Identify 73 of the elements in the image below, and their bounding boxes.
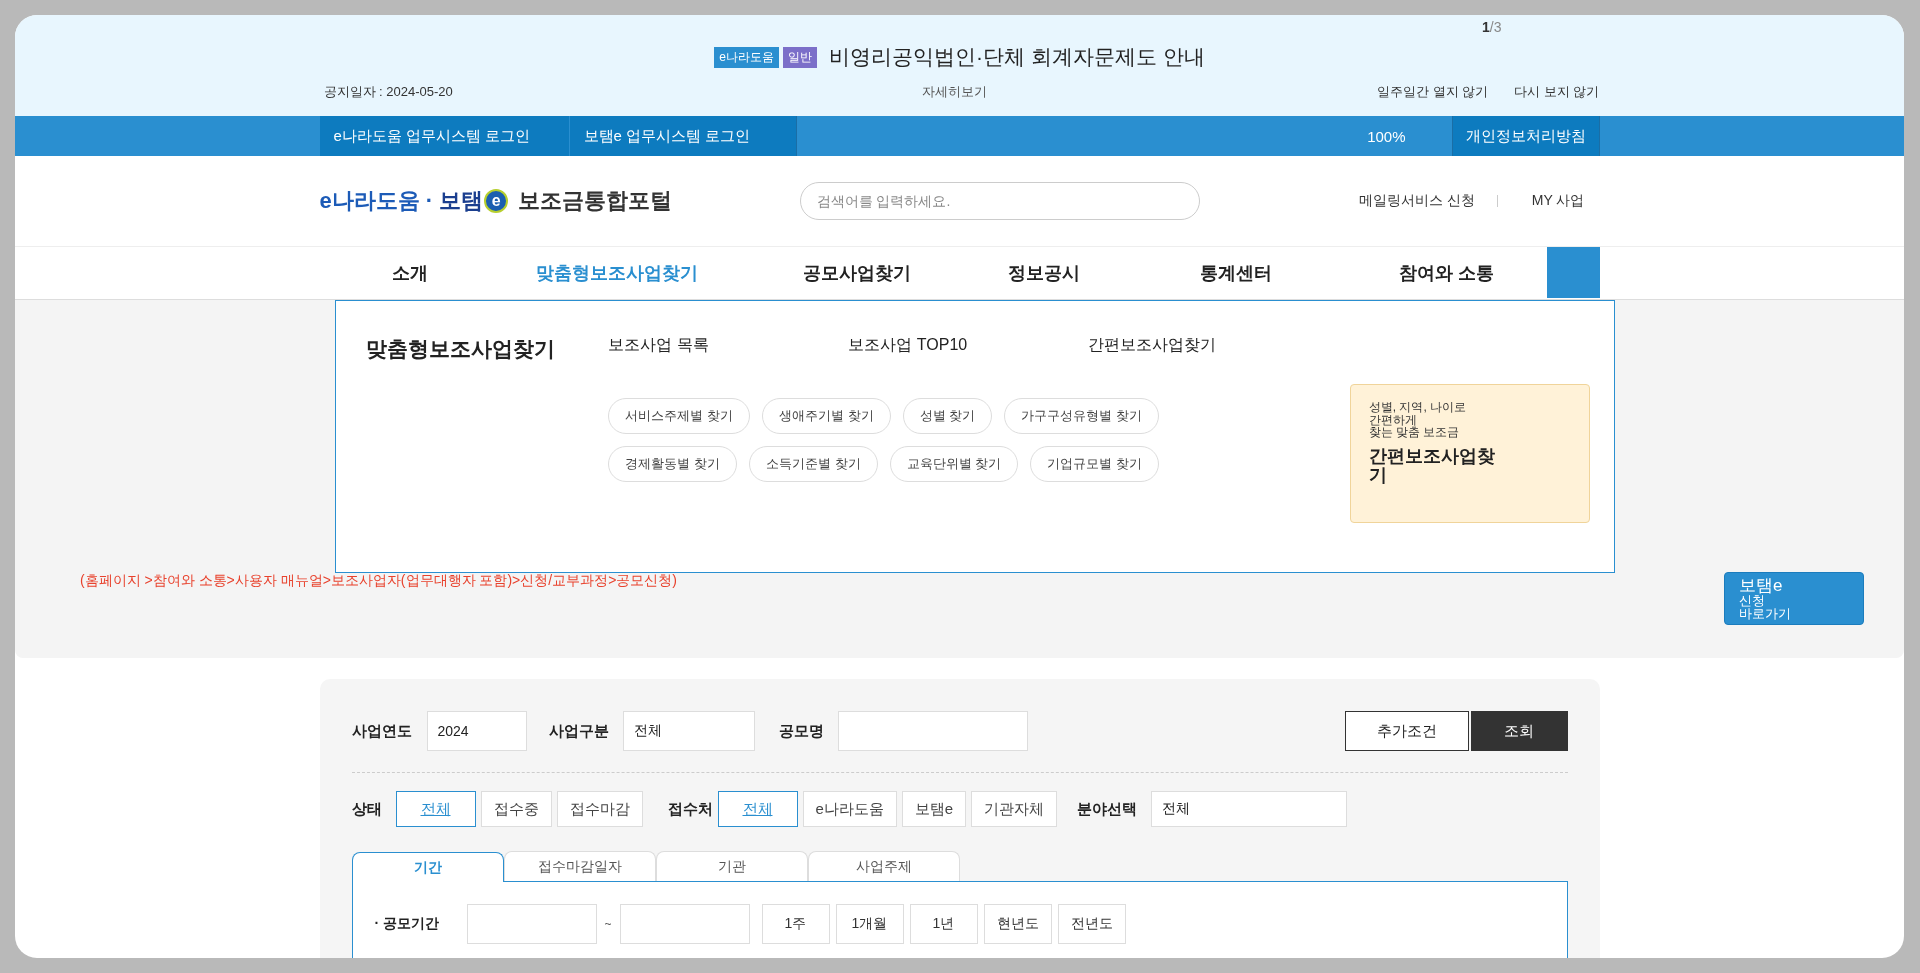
filter-chip[interactable]: 기업규모별 찾기: [1030, 446, 1159, 482]
field-label: 접수처: [667, 799, 713, 819]
period-button[interactable]: 1개월: [835, 904, 904, 944]
filter-chip[interactable]: 생애주기별 찾기: [762, 398, 891, 434]
filter-option[interactable]: 접수마감: [556, 791, 643, 827]
filter-option[interactable]: 전체: [717, 791, 798, 827]
period-button[interactable]: 1년: [909, 904, 978, 944]
nav-item[interactable]: 공모사업찾기: [734, 247, 980, 298]
select-field[interactable]: 전체: [1151, 791, 1348, 827]
filter-chip[interactable]: 경제활동별 찾기: [608, 446, 737, 482]
tab[interactable]: 기간: [351, 852, 504, 882]
filter-chip[interactable]: 소득기준별 찾기: [749, 446, 878, 482]
input-field[interactable]: 2024: [426, 711, 527, 751]
tab[interactable]: 접수마감일자: [503, 851, 656, 881]
menu-link[interactable]: 보조사업 목록: [608, 335, 849, 363]
category-tag: e나라도움: [714, 46, 779, 68]
header-link[interactable]: MY 사업: [1531, 192, 1585, 210]
privacy-link[interactable]: 개인정보처리방침: [1451, 116, 1600, 156]
dismiss-link[interactable]: 일주일간 열지 않기: [1377, 83, 1489, 101]
nav-item[interactable]: 참여와 소통: [1363, 247, 1530, 298]
tab[interactable]: 기관: [655, 851, 808, 881]
period-button[interactable]: 전년도: [1057, 904, 1126, 944]
filter-chip[interactable]: 성별 찾기: [902, 398, 993, 434]
zoom-level: 100%: [1367, 126, 1406, 147]
nav-item[interactable]: 통계센터: [1107, 247, 1364, 298]
page-total: /3: [1489, 19, 1502, 37]
field-label: 상태: [351, 799, 382, 819]
filter-option[interactable]: 접수중: [480, 791, 552, 827]
login-link[interactable]: e나라도움 업무시스템 로그인: [319, 116, 570, 156]
site-logo[interactable]: e나라도움 · 보탬 e 보조금통합포털: [319, 186, 800, 216]
page-number: 1: [1482, 19, 1490, 37]
login-link[interactable]: 보탬e 업무시스템 로그인: [569, 116, 797, 156]
date-field[interactable]: [466, 904, 597, 944]
detail-link[interactable]: 자세히보기: [922, 83, 988, 101]
nav-item[interactable]: 맞춤형보조사업찾기: [499, 247, 735, 298]
promo-text: 성별, 지역, 나이로 간편하게 찾는 맞춤 보조금: [1368, 401, 1468, 439]
nav-item[interactable]: 정보공시: [979, 247, 1108, 298]
nav-item[interactable]: 소개: [319, 247, 500, 298]
period-button[interactable]: 1주: [761, 904, 830, 944]
input-field[interactable]: [837, 711, 1028, 751]
field-label: · 공모기간: [374, 915, 441, 933]
notice-date: 공지일자 : 2024-05-20: [323, 83, 453, 101]
period-button[interactable]: 현년도: [983, 904, 1052, 944]
date-field[interactable]: [619, 904, 750, 944]
field-label: 사업연도: [351, 721, 412, 741]
menu-link[interactable]: 보조사업 TOP10: [848, 335, 1089, 363]
promo-card[interactable]: 성별, 지역, 나이로 간편하게 찾는 맞춤 보조금 간편보조사업찾기: [1349, 384, 1590, 523]
dismiss-link[interactable]: 다시 보지 않기: [1514, 83, 1600, 101]
filter-chip[interactable]: 교육단위별 찾기: [889, 446, 1019, 482]
more-conditions-button[interactable]: 추가조건: [1344, 711, 1469, 751]
menu-link[interactable]: 간편보조사업찾기: [1088, 335, 1329, 363]
input-field[interactable]: 전체: [622, 711, 755, 751]
notice-title: 비영리공익법인·단체 회계자문제도 안내: [829, 44, 1205, 70]
range-separator: ~: [604, 917, 612, 931]
filter-chip[interactable]: 서비스주제별 찾기: [608, 398, 750, 434]
field-label: 공모명: [778, 721, 824, 741]
filter-option[interactable]: 전체: [395, 791, 476, 827]
shortcut-button[interactable]: 보탬e 신청 바로가기: [1724, 572, 1864, 625]
category-tag: 일반: [783, 46, 817, 68]
tab[interactable]: 사업주제: [807, 851, 960, 881]
search-field[interactable]: 검색어를 입력하세요.: [799, 182, 1200, 220]
header-link[interactable]: 메일링서비스 신청: [1358, 192, 1475, 210]
filter-option[interactable]: 보탬e: [901, 791, 967, 827]
filter-option[interactable]: e나라도움: [802, 791, 897, 827]
field-label: 사업구분: [548, 721, 609, 741]
filter-chip[interactable]: 가구구성유형별 찾기: [1004, 398, 1159, 434]
menu-title: 맞춤형보조사업찾기: [366, 337, 555, 360]
menu-button[interactable]: [1546, 247, 1600, 298]
search-button[interactable]: 조회: [1470, 711, 1568, 751]
field-label: 분야선택: [1077, 799, 1138, 819]
filter-option[interactable]: 기관자체: [971, 791, 1058, 827]
promo-title: 간편보조사업찾기: [1368, 446, 1496, 485]
breadcrumb: (홈페이지 >참여와 소통>사용자 매뉴얼>보조사업자(업무대행자 포함)>신청/교부과정>공모신청): [80, 572, 677, 590]
